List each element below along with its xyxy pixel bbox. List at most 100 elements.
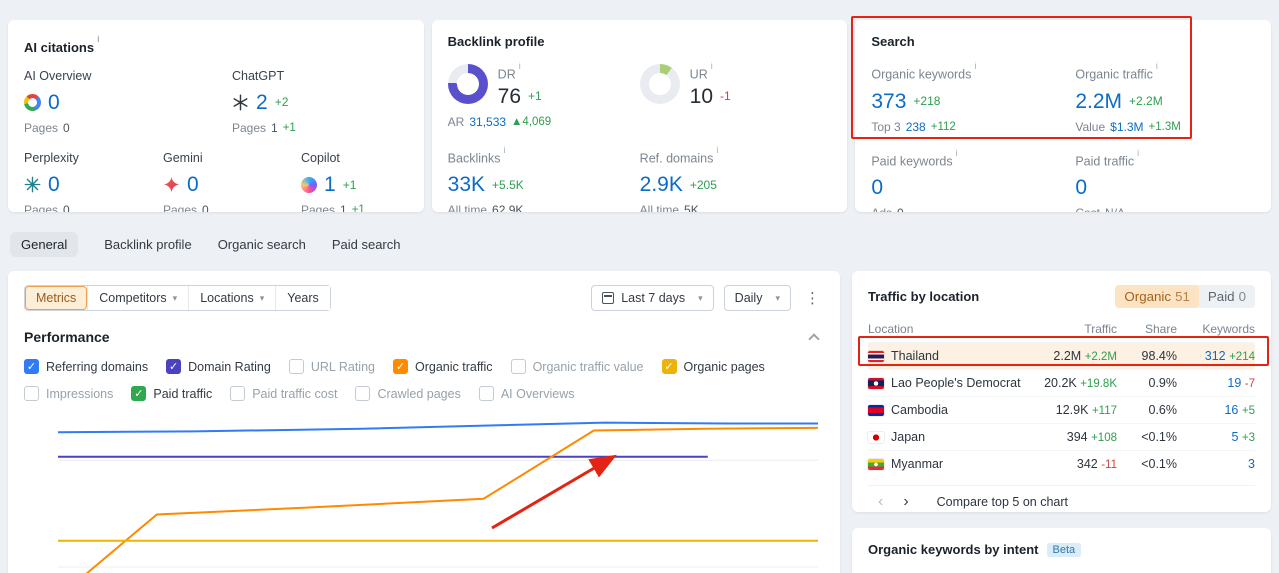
- table-row-japan[interactable]: Japan 394 +108 <0.1% 5 +3: [868, 423, 1255, 450]
- metrics-button-label: Metrics: [36, 291, 77, 305]
- gemini-icon: [163, 176, 180, 193]
- metric-impressions[interactable]: Impressions: [24, 386, 113, 401]
- ai-citation-count[interactable]: 0: [187, 173, 199, 196]
- top3-value[interactable]: 238: [906, 120, 926, 134]
- traffic-value: 2.2M: [1053, 349, 1082, 363]
- location-name[interactable]: Lao People's Democratic Reput: [891, 376, 1021, 390]
- backlink-profile-title: Backlink profile: [447, 34, 545, 49]
- keywords-value[interactable]: 312: [1205, 349, 1226, 363]
- granularity-label: Daily: [734, 291, 763, 305]
- table-row-cambodia[interactable]: Cambodia 12.9K +117 0.6% 16 +5: [868, 396, 1255, 423]
- metric-paid-traffic[interactable]: Paid traffic: [131, 386, 212, 401]
- checkbox-icon[interactable]: [510, 359, 526, 374]
- location-name[interactable]: Cambodia: [891, 403, 948, 417]
- ai-pages: Pages 0: [24, 203, 163, 212]
- checkbox-icon[interactable]: [24, 386, 39, 401]
- perplexity-icon: [24, 176, 41, 193]
- keywords-value[interactable]: 3: [1248, 457, 1255, 471]
- checkbox-icon[interactable]: [166, 359, 182, 374]
- ai-citation-count[interactable]: 0: [48, 173, 60, 196]
- metric-crawled-pages[interactable]: Crawled pages: [355, 386, 461, 401]
- metric-organic-pages[interactable]: Organic pages: [661, 359, 765, 374]
- organic-keywords-value[interactable]: 373: [871, 90, 906, 113]
- organic-toggle[interactable]: Organic 51: [1115, 285, 1199, 308]
- paid-keywords-value[interactable]: 0: [871, 176, 883, 199]
- dr-value: 76: [497, 84, 522, 108]
- ai-citations-title: AI citations: [24, 34, 408, 55]
- checkbox-icon[interactable]: [24, 359, 39, 374]
- checkbox-icon[interactable]: [230, 386, 246, 401]
- ur-label: UR: [690, 61, 731, 81]
- keywords-value[interactable]: 16: [1224, 403, 1238, 417]
- table-row-myanmar[interactable]: Myanmar 342 -11 <0.1% 3: [868, 450, 1255, 477]
- tab-paid-search[interactable]: Paid search: [332, 232, 401, 257]
- ai-citation-copilot: Copilot 1 +1 Pages 1 +1: [301, 151, 408, 212]
- keywords-value[interactable]: 5: [1231, 430, 1238, 444]
- locations-dropdown[interactable]: Locations ▾: [188, 286, 276, 310]
- checkbox-icon[interactable]: [661, 359, 677, 374]
- pages-count: 1: [271, 121, 278, 136]
- tab-organic-search[interactable]: Organic search: [218, 232, 306, 257]
- next-page-icon[interactable]: ›: [893, 494, 918, 510]
- metrics-button[interactable]: Metrics: [25, 286, 88, 310]
- metric-paid-traffic-cost[interactable]: Paid traffic cost: [230, 386, 337, 401]
- checkbox-icon[interactable]: [392, 359, 408, 374]
- metric-organic-traffic-value[interactable]: Organic traffic value: [510, 359, 644, 374]
- ref-domains-value[interactable]: 2.9K: [640, 173, 683, 196]
- collapse-chevron-icon[interactable]: [808, 333, 820, 345]
- chatgpt-icon: [233, 94, 248, 111]
- checkbox-icon[interactable]: [288, 359, 304, 374]
- ar-value[interactable]: 31,533: [469, 115, 506, 129]
- metric-referring-domains[interactable]: Referring domains: [24, 359, 148, 374]
- table-row-thailand[interactable]: Thailand 2.2M +2.2M 98.4% 312 +214: [868, 342, 1255, 369]
- main-content-row: Metrics Competitors ▾ Locations ▾ Years La…: [8, 271, 1271, 573]
- tab-general[interactable]: General: [10, 232, 79, 257]
- col-traffic[interactable]: Traffic: [1021, 322, 1117, 336]
- keywords-change: +214: [1229, 351, 1255, 363]
- value-amount[interactable]: $1.3M: [1110, 120, 1143, 134]
- pages-change: +1: [351, 204, 365, 212]
- backlinks-value[interactable]: 33K: [448, 173, 485, 196]
- years-button[interactable]: Years: [275, 286, 330, 310]
- paid-traffic-value[interactable]: 0: [1075, 176, 1087, 199]
- checkbox-icon[interactable]: [478, 386, 494, 401]
- overview-cards-row: AI citations AI Overview 0 Pages 0: [8, 20, 1272, 212]
- metric-url-rating[interactable]: URL Rating: [288, 359, 375, 374]
- paid-toggle[interactable]: Paid 0: [1199, 285, 1255, 308]
- paid-traffic-label-text: Paid traffic: [1075, 154, 1135, 169]
- tab-backlink-profile[interactable]: Backlink profile: [104, 232, 191, 257]
- checkbox-icon[interactable]: [355, 386, 371, 401]
- metric-ai-overviews[interactable]: AI Overviews: [478, 386, 574, 401]
- info-icon: [971, 65, 976, 76]
- traffic-change: +117: [1091, 405, 1117, 417]
- col-share[interactable]: Share: [1117, 322, 1177, 336]
- competitors-dropdown[interactable]: Competitors ▾: [87, 286, 189, 310]
- location-name[interactable]: Myanmar: [891, 457, 943, 471]
- organic-traffic-value[interactable]: 2.2M: [1075, 90, 1122, 113]
- ai-citation-count[interactable]: 1: [324, 173, 336, 196]
- location-name[interactable]: Thailand: [891, 349, 939, 363]
- granularity-dropdown[interactable]: Daily ▾: [723, 285, 791, 311]
- checkbox-icon[interactable]: [131, 386, 147, 401]
- keywords-value[interactable]: 19: [1227, 376, 1241, 390]
- ai-source-label: ChatGPT: [232, 68, 285, 83]
- cost-value: N/A: [1105, 206, 1125, 212]
- metric-domain-rating[interactable]: Domain Rating: [166, 359, 271, 374]
- metric-organic-traffic[interactable]: Organic traffic: [392, 359, 493, 374]
- chevron-down-icon: ▾: [698, 292, 703, 303]
- location-name[interactable]: Japan: [891, 430, 925, 444]
- performance-card: Metrics Competitors ▾ Locations ▾ Years La…: [8, 271, 840, 573]
- prev-page-icon[interactable]: ‹: [868, 494, 893, 510]
- col-keywords[interactable]: Keywords: [1177, 322, 1255, 336]
- compare-top5-link[interactable]: Compare top 5 on chart: [937, 495, 1068, 509]
- date-range-dropdown[interactable]: Last 7 days ▾: [591, 285, 714, 311]
- ai-citation-count[interactable]: 2: [256, 91, 268, 114]
- search-card-title: Search: [871, 34, 915, 49]
- table-row-laos[interactable]: Lao People's Democratic Reput 20.2K +19.…: [868, 369, 1255, 396]
- performance-chart[interactable]: [58, 413, 818, 573]
- more-options-icon[interactable]: ⋮: [801, 289, 824, 308]
- col-location[interactable]: Location: [868, 322, 1021, 336]
- info-icon: [713, 149, 718, 160]
- all-time-label: All time: [447, 203, 488, 212]
- ai-citation-count[interactable]: 0: [48, 91, 60, 114]
